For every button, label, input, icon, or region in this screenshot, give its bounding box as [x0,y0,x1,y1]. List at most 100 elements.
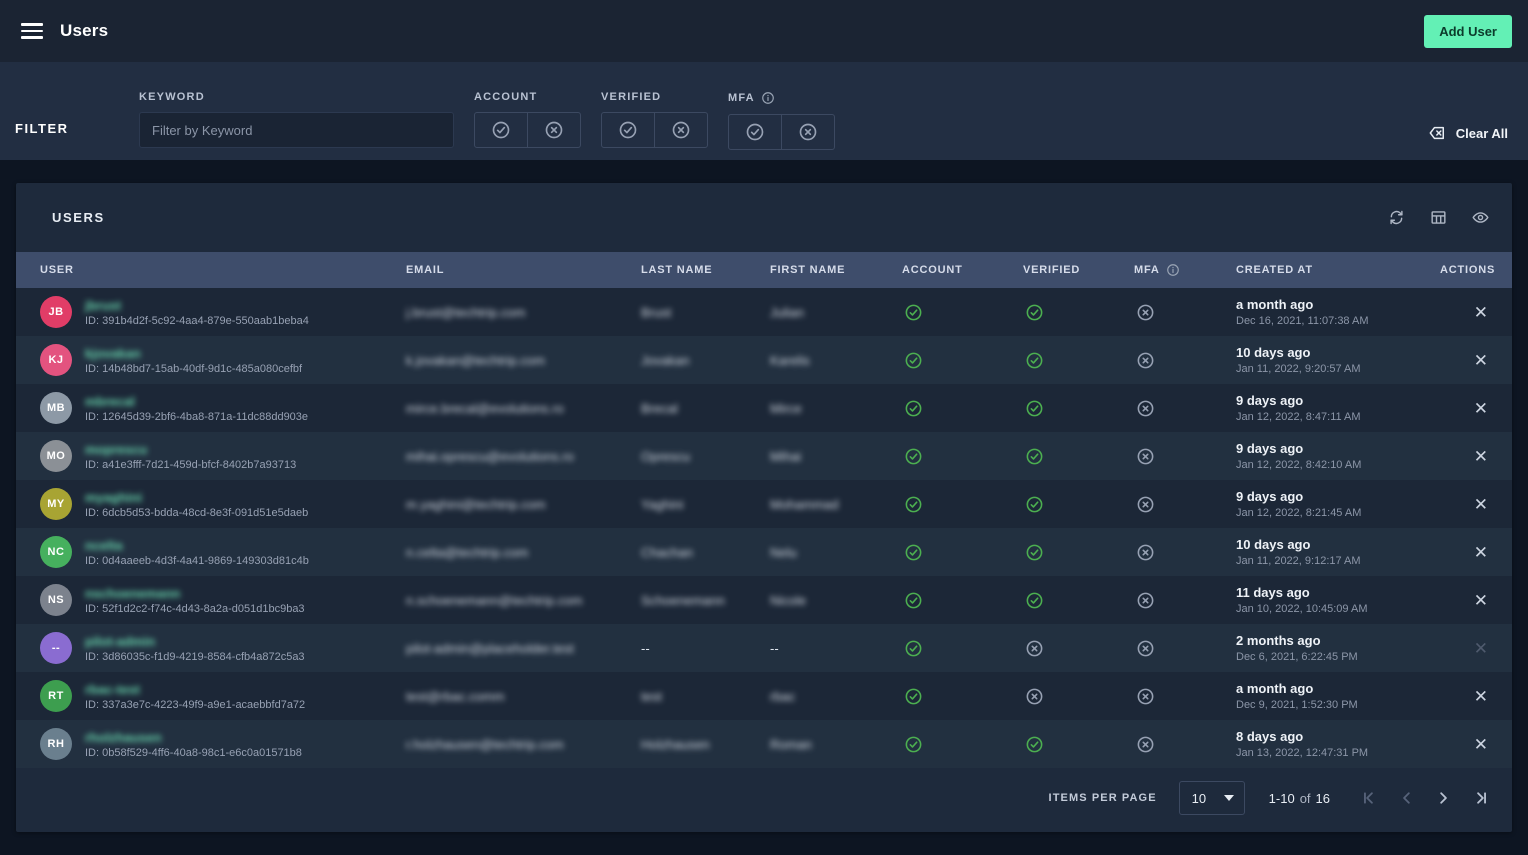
remove-user-button[interactable]: ✕ [1470,734,1492,755]
first-name-cell: Nicole [770,593,902,608]
email-cell: pilot-admin@placeholder.test [406,641,641,656]
prev-page-icon[interactable] [1396,787,1418,809]
column-header-email: EMAIL [406,264,641,276]
actions-cell: ✕ [1440,590,1492,611]
cross-circle-icon [1136,495,1155,514]
remove-user-button[interactable]: ✕ [1470,542,1492,563]
table-row: MO moprescu ID: a41e3fff-7d21-459d-bfcf-… [16,432,1512,480]
mfa-filter-no-button[interactable] [781,115,834,149]
user-id: ID: 337a3e7c-4223-49f9-a9e1-acaebbfd7a72 [85,699,305,711]
cross-circle-icon [544,120,564,140]
first-name-cell: -- [770,641,902,656]
prev-page-icon [1396,787,1418,809]
remove-user-button[interactable]: ✕ [1470,302,1492,323]
user-name-link[interactable]: kjovakan [85,346,141,361]
refresh-icon[interactable] [1387,208,1406,227]
user-name-link[interactable]: jbrust [85,298,121,313]
keyword-input[interactable] [139,112,454,148]
created-at-cell: 2 months ago Dec 6, 2021, 6:22:45 PM [1236,633,1440,663]
created-absolute: Dec 6, 2021, 6:22:45 PM [1236,651,1440,663]
table-row: -- pilot-admin ID: 3d86035c-f1d9-4219-85… [16,624,1512,672]
verified-status-cell [1023,639,1134,658]
verified-filter-no-button[interactable] [654,113,707,147]
user-name-link[interactable]: rbac-test [85,682,140,697]
email-cell: n.schoenemann@techtrip.com [406,593,641,608]
remove-user-button[interactable]: ✕ [1470,350,1492,371]
add-user-button[interactable]: Add User [1424,15,1512,48]
check-circle-icon [745,122,765,142]
cross-circle-icon [1136,303,1155,322]
table-row: MY myaghini ID: 6dcb5d53-bdda-48cd-8e3f-… [16,480,1512,528]
user-name-link[interactable]: pilot-admin [85,634,155,649]
first-page-icon[interactable] [1360,787,1382,809]
first-name-cell: rbac [770,689,902,704]
remove-user-button[interactable]: ✕ [1470,494,1492,515]
cross-circle-icon [1136,351,1155,370]
created-absolute: Jan 13, 2022, 12:47:31 PM [1236,747,1440,759]
check-circle-icon [1025,591,1044,610]
clear-all-button[interactable]: Clear All [1427,123,1508,143]
account-status-cell [902,351,1023,370]
user-name-link[interactable]: myaghini [85,490,142,505]
last-name-cell: -- [641,641,770,656]
verified-status-cell [1023,735,1134,754]
user-name-link[interactable]: moprescu [85,442,147,457]
mfa-filter-yes-button[interactable] [729,115,781,149]
mfa-status-cell [1134,351,1236,370]
actions-cell: ✕ [1440,302,1492,323]
account-filter-confirmed-button[interactable] [475,113,527,147]
remove-user-button[interactable]: ✕ [1470,686,1492,707]
remove-user-button[interactable]: ✕ [1470,590,1492,611]
first-name-cell: Julian [770,305,902,320]
user-name-link[interactable]: ncelta [85,538,123,553]
created-absolute: Jan 10, 2022, 10:45:09 AM [1236,603,1440,615]
menu-icon[interactable] [21,23,43,39]
user-cell: RT rbac-test ID: 337a3e7c-4223-49f9-a9e1… [40,680,406,712]
verified-status-cell [1023,399,1134,418]
created-at-cell: 9 days ago Jan 12, 2022, 8:21:45 AM [1236,489,1440,519]
info-circle-icon [761,91,775,105]
mfa-status-cell [1134,735,1236,754]
first-name-cell: Karelis [770,353,902,368]
remove-user-button[interactable]: ✕ [1470,638,1492,659]
filter-bar: FILTER KEYWORD ACCOUNT VERIFIED MFA Clea… [0,62,1528,160]
created-relative: a month ago [1236,297,1440,312]
created-at-cell: 11 days ago Jan 10, 2022, 10:45:09 AM [1236,585,1440,615]
remove-user-button[interactable]: ✕ [1470,446,1492,467]
account-status-cell [902,591,1023,610]
account-filter-unconfirmed-button[interactable] [527,113,580,147]
account-filter-group: ACCOUNT [474,62,581,148]
check-circle-icon [491,120,511,140]
mfa-status-cell [1134,639,1236,658]
items-per-page-select[interactable]: 10 [1179,781,1245,815]
remove-user-button[interactable]: ✕ [1470,398,1492,419]
created-relative: 11 days ago [1236,585,1440,600]
verified-status-cell [1023,303,1134,322]
created-at-cell: 10 days ago Jan 11, 2022, 9:12:17 AM [1236,537,1440,567]
user-id: ID: 52f1d2c2-f74c-4d43-8a2a-d051d1bc9ba3 [85,603,305,615]
avatar: RT [40,680,72,712]
user-name-link[interactable]: mbrecal [85,394,135,409]
email-cell: k.jovakan@techtrip.com [406,353,641,368]
last-name-cell: Yaghini [641,497,770,512]
table-header-row: USER EMAIL LAST NAME FIRST NAME ACCOUNT … [16,252,1512,288]
backspace-icon [1427,123,1447,143]
created-relative: 9 days ago [1236,489,1440,504]
verified-status-cell [1023,687,1134,706]
next-page-icon[interactable] [1432,787,1454,809]
last-page-icon[interactable] [1468,787,1490,809]
eye-icon[interactable] [1471,208,1490,227]
chevron-down-icon [1224,795,1234,801]
verified-filter-yes-button[interactable] [602,113,654,147]
actions-cell: ✕ [1440,542,1492,563]
table-row: KJ kjovakan ID: 14b48bd7-15ab-40df-9d1c-… [16,336,1512,384]
cross-circle-icon [1136,735,1155,754]
pagination-total: 16 [1316,791,1330,806]
info-circle-icon [1166,263,1180,277]
column-header-user: USER [40,264,406,276]
table-icon[interactable] [1429,208,1448,227]
user-name-link[interactable]: nschoenemann [85,586,180,601]
account-filter-toggle [474,112,581,148]
user-name-link[interactable]: rholzhausen [85,730,162,745]
email-cell: mihai.oprescu@evolutions.ro [406,449,641,464]
